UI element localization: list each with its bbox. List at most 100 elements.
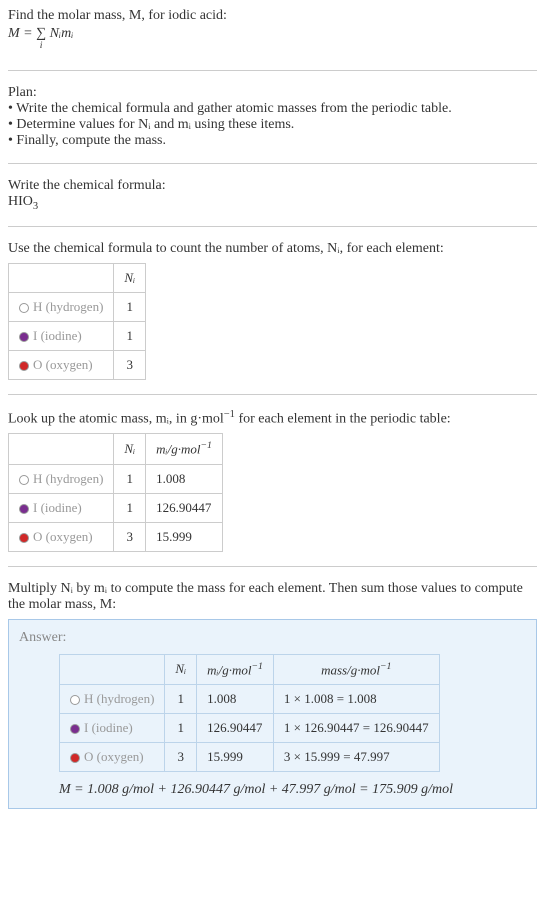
n-cell: 3	[114, 522, 146, 551]
divider	[8, 226, 537, 227]
chemformula-sub: 3	[33, 201, 38, 212]
table-row: H (hydrogen) 1	[9, 292, 146, 321]
element-label: H (hydrogen)	[33, 471, 103, 486]
table-header-empty	[60, 654, 165, 684]
lookup-heading-pre: Look up the atomic mass, mᵢ, in g·mol	[8, 411, 224, 426]
element-label: H (hydrogen)	[84, 691, 154, 706]
chemical-formula-section: Write the chemical formula: HIO3	[8, 178, 537, 212]
plan-bullet: • Write the chemical formula and gather …	[8, 101, 537, 117]
m-cell: 15.999	[197, 743, 274, 772]
element-label: O (oxygen)	[33, 357, 93, 372]
m-cell: 1.008	[146, 464, 223, 493]
n-cell: 1	[114, 321, 146, 350]
element-label: I (iodine)	[33, 500, 82, 515]
plan-heading: Plan:	[8, 85, 537, 101]
answer-box: Answer: Nᵢ mᵢ/g·mol−1 mass/g·mol−1 H (hy…	[8, 619, 537, 809]
table-header-row: Nᵢ mᵢ/g·mol−1 mass/g·mol−1	[60, 654, 440, 684]
n-cell: 1	[165, 685, 197, 714]
element-cell: I (iodine)	[9, 493, 114, 522]
table-header-m: mᵢ/g·mol−1	[197, 654, 274, 684]
header-mass-sup: −1	[380, 661, 391, 672]
element-label: I (iodine)	[33, 328, 82, 343]
m-cell: 126.90447	[146, 493, 223, 522]
table-header-n: Nᵢ	[114, 263, 146, 292]
element-label: H (hydrogen)	[33, 299, 103, 314]
element-swatch	[70, 724, 80, 734]
table-header-n: Nᵢ	[165, 654, 197, 684]
element-cell: H (hydrogen)	[60, 685, 165, 714]
count-section: Use the chemical formula to count the nu…	[8, 241, 537, 380]
table-row: H (hydrogen) 1 1.008	[9, 464, 223, 493]
multiply-heading: Multiply Nᵢ by mᵢ to compute the mass fo…	[8, 581, 537, 613]
header-m-sup: −1	[251, 661, 262, 672]
lookup-heading: Look up the atomic mass, mᵢ, in g·mol−1 …	[8, 409, 537, 428]
lookup-heading-sup: −1	[224, 409, 235, 420]
element-swatch	[19, 504, 29, 514]
table-row: H (hydrogen) 1 1.008 1 × 1.008 = 1.008	[60, 685, 440, 714]
m-cell: 15.999	[146, 522, 223, 551]
element-cell: H (hydrogen)	[9, 464, 114, 493]
molar-mass-formula: M = ∑i Nᵢmᵢ	[8, 26, 537, 42]
lookup-section: Look up the atomic mass, mᵢ, in g·mol−1 …	[8, 409, 537, 552]
formula-sum: ∑i	[36, 26, 46, 42]
intro-section: Find the molar mass, M, for iodic acid: …	[8, 8, 537, 56]
element-label: O (oxygen)	[33, 529, 93, 544]
table-header-empty	[9, 434, 114, 464]
element-swatch	[70, 695, 80, 705]
element-swatch	[19, 533, 29, 543]
table-header-n: Nᵢ	[114, 434, 146, 464]
table-header-mass: mass/g·mol−1	[273, 654, 439, 684]
intro-line: Find the molar mass, M, for iodic acid:	[8, 8, 537, 24]
element-cell: H (hydrogen)	[9, 292, 114, 321]
n-cell: 1	[165, 714, 197, 743]
plan-bullet: • Determine values for Nᵢ and mᵢ using t…	[8, 117, 537, 133]
element-cell: O (oxygen)	[9, 350, 114, 379]
element-swatch	[19, 332, 29, 342]
header-m-pre: mᵢ/g·mol	[207, 662, 251, 677]
table-header-m: mᵢ/g·mol−1	[146, 434, 223, 464]
intro-text: Find the molar mass, M, for iodic acid:	[8, 8, 227, 23]
sum-symbol: ∑	[36, 26, 46, 41]
lookup-table: Nᵢ mᵢ/g·mol−1 H (hydrogen) 1 1.008 I (io…	[8, 433, 223, 551]
m-cell: 1.008	[197, 685, 274, 714]
table-row: I (iodine) 1	[9, 321, 146, 350]
formula-rhs: Nᵢmᵢ	[46, 26, 73, 41]
count-heading: Use the chemical formula to count the nu…	[8, 241, 537, 257]
final-result: M = 1.008 g/mol + 126.90447 g/mol + 47.9…	[59, 782, 526, 798]
chemformula-value: HIO3	[8, 194, 537, 212]
formula-lhs: M =	[8, 26, 36, 41]
table-header-row: Nᵢ	[9, 263, 146, 292]
divider	[8, 394, 537, 395]
n-cell: 3	[114, 350, 146, 379]
n-cell: 1	[114, 464, 146, 493]
n-cell: 1	[114, 493, 146, 522]
header-mass-pre: mass/g·mol	[321, 662, 380, 677]
element-swatch	[19, 303, 29, 313]
element-swatch	[19, 475, 29, 485]
n-cell: 1	[114, 292, 146, 321]
chemformula-main: HIO	[8, 194, 33, 209]
multiply-section: Multiply Nᵢ by mᵢ to compute the mass fo…	[8, 581, 537, 613]
table-row: O (oxygen) 3 15.999 3 × 15.999 = 47.997	[60, 743, 440, 772]
plan-bullet: • Finally, compute the mass.	[8, 133, 537, 149]
mass-cell: 1 × 1.008 = 1.008	[273, 685, 439, 714]
mass-cell: 1 × 126.90447 = 126.90447	[273, 714, 439, 743]
table-row: I (iodine) 1 126.90447	[9, 493, 223, 522]
m-cell: 126.90447	[197, 714, 274, 743]
element-cell: O (oxygen)	[9, 522, 114, 551]
element-swatch	[19, 361, 29, 371]
table-header-row: Nᵢ mᵢ/g·mol−1	[9, 434, 223, 464]
divider	[8, 163, 537, 164]
answer-label: Answer:	[19, 630, 526, 646]
element-label: O (oxygen)	[84, 749, 144, 764]
table-row: O (oxygen) 3	[9, 350, 146, 379]
header-m-sup: −1	[200, 440, 211, 451]
chemformula-heading: Write the chemical formula:	[8, 178, 537, 194]
table-row: I (iodine) 1 126.90447 1 × 126.90447 = 1…	[60, 714, 440, 743]
element-cell: O (oxygen)	[60, 743, 165, 772]
count-table: Nᵢ H (hydrogen) 1 I (iodine) 1 O (oxygen…	[8, 263, 146, 380]
element-swatch	[70, 753, 80, 763]
answer-table: Nᵢ mᵢ/g·mol−1 mass/g·mol−1 H (hydrogen) …	[59, 654, 440, 772]
n-cell: 3	[165, 743, 197, 772]
lookup-heading-post: for each element in the periodic table:	[235, 411, 451, 426]
